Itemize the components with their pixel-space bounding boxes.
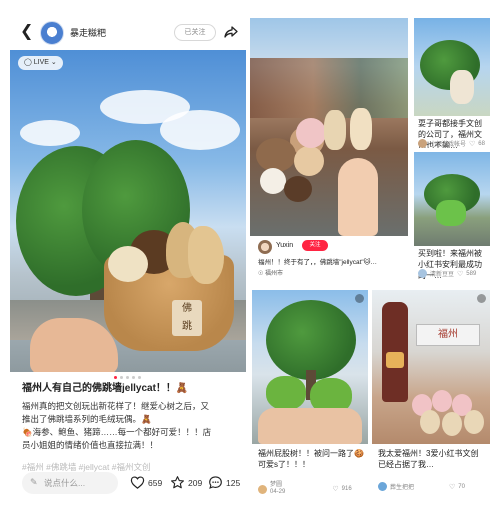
feed-card-2-avatar — [418, 269, 427, 278]
post-body: 福州真的把文创玩出新花样了！继爱心树之后，又 推出了佛跳墙系列的毛绒玩偶。🧸 🍖… — [22, 400, 240, 452]
post-photo[interactable]: 佛跳 ◯ LIVE ⌄ — [10, 50, 246, 372]
comment-button[interactable]: 125 — [208, 475, 240, 490]
feed-card-1-avatar — [418, 139, 427, 148]
screenshot-root: ❮ 暴走糍粑 已关注 佛跳 ◯ LIVE ⌄ 福州人有自己的佛跳墙jellyca… — [0, 0, 500, 518]
comment-count: 125 — [226, 477, 241, 488]
live-label: LIVE — [33, 59, 49, 66]
post-detail-panel: ❮ 暴走糍粑 已关注 佛跳 ◯ LIVE ⌄ 福州人有自己的佛跳墙jellyca… — [10, 16, 246, 506]
feed-card-4-heart-icon: ♡ — [449, 483, 456, 491]
feed-card-2-meta: 清新豆豆 ♡ 589 — [418, 269, 476, 278]
post-action-bar: 说点什么... ✎ 659 209 125 — [10, 472, 246, 502]
feed-card-2-likes: 589 — [466, 270, 477, 277]
feed-card-3-avatar — [258, 484, 267, 494]
video-badge-icon — [355, 294, 364, 303]
post-body-line: 福州真的把文创玩出新花样了！继爱心树之后，又 — [22, 401, 210, 411]
pager-dot — [120, 376, 123, 379]
post-body-line: 员小姐姐的情绪价值也直接拉满！！ — [22, 440, 159, 450]
post-title: 福州人有自己的佛跳墙jellycat！！🧸 — [22, 383, 189, 394]
share-icon[interactable] — [223, 24, 239, 40]
feed-card-3[interactable]: 福州屁股树！！被问一路了🍪可爱s了！！！ 梦圆 04-29 ♡ 916 — [252, 290, 368, 504]
post-header: ❮ 暴走糍粑 已关注 — [10, 16, 246, 50]
feed-card-3-heart-icon: ♡ — [332, 486, 339, 493]
feed-card-1-author: 小仔游戏帐号 — [430, 142, 467, 148]
feed-card-4[interactable]: 福州 我太爱福州！3爱小红书文创已经占据了我… 葬生把把 ♡ 70 — [372, 290, 490, 504]
feed-card-yuxin-photo[interactable] — [250, 18, 408, 236]
fuzhou-sign: 福州 — [416, 324, 480, 346]
author-avatar[interactable] — [40, 21, 64, 45]
comment-bubble-icon — [209, 476, 222, 489]
feed-card-3-date: 04-29 — [270, 489, 286, 495]
feed-card-1-heart-icon: ♡ — [469, 140, 476, 148]
pen-icon: ✎ — [30, 477, 38, 487]
star-icon — [171, 476, 184, 489]
feed-card-3-likes: 916 — [341, 486, 352, 492]
back-arrow-icon[interactable]: ❮ — [20, 24, 34, 40]
yuxin-location-text: 福州市 — [265, 271, 284, 277]
collect-button[interactable]: 209 — [170, 475, 202, 490]
post-body-line: 推出了佛跳墙系列的毛绒玩偶。🧸 — [22, 414, 152, 424]
pager-dot — [114, 376, 117, 379]
heart-icon — [130, 476, 145, 489]
yuxin-location: ☉ 福州市 — [258, 271, 284, 277]
image-pager — [114, 376, 141, 379]
feed-card-3-author: 梦圆 — [270, 482, 283, 488]
feed-card-4-likes: 70 — [458, 483, 465, 490]
feed-card-3-meta: 梦圆 04-29 ♡ 916 — [258, 482, 352, 496]
pager-dot — [138, 376, 141, 379]
yuxin-follow-button[interactable]: 关注 — [302, 240, 328, 251]
feed-card-2-heart-icon: ♡ — [457, 270, 464, 278]
collect-count: 209 — [188, 477, 203, 488]
pager-dot — [132, 376, 135, 379]
feed-card-1-meta: 小仔游戏帐号 ♡ 68 — [418, 139, 485, 148]
post-tags-faded: #福州 #佛跳墙 #jellycat #福州文创 — [22, 462, 151, 472]
live-badge[interactable]: ◯ LIVE ⌄ — [18, 56, 63, 70]
feed-card-1[interactable]: 耍子哥都接手文创的公司了，福州文创也不输… 小仔游戏帐号 ♡ 68 — [414, 18, 490, 148]
feed-card-4-meta: 葬生把把 ♡ 70 — [378, 482, 465, 491]
yuxin-card-footer[interactable]: Yuxin 关注 福州！！终于有了，，佛跳墙"jellycat"🐱… ☉ 福州市 — [250, 236, 408, 282]
like-button[interactable]: 659 — [130, 475, 162, 490]
pager-dot — [126, 376, 129, 379]
feed-card-4-title: 我太爱福州！3爱小红书文创已经占据了我… — [378, 449, 479, 469]
yuxin-name[interactable]: Yuxin — [276, 242, 293, 249]
feed-card-2-author: 清新豆豆 — [430, 272, 455, 278]
basket-tag: 佛跳 — [172, 300, 202, 336]
author-name[interactable]: 暴走糍粑 — [70, 26, 106, 39]
feed-card-2[interactable]: 买到啦！来福州被小红书安利最成功的一… 清新豆豆 ♡ 589 — [414, 152, 490, 280]
yuxin-avatar[interactable] — [258, 240, 272, 254]
like-count: 659 — [148, 477, 163, 488]
feed-card-1-likes: 68 — [478, 140, 485, 147]
post-body-line: 🍖海参、鲍鱼、猪蹄……每一个都好可爱！！！店 — [22, 427, 212, 437]
yuxin-caption: 福州！！终于有了，，佛跳墙"jellycat"🐱… — [258, 259, 378, 266]
feed-card-4-avatar — [378, 482, 387, 491]
feed-card-3-title: 福州屁股树！！被问一路了🍪可爱s了！！！ — [258, 449, 364, 469]
feed-card-4-author: 葬生把把 — [390, 485, 415, 491]
video-badge-icon — [477, 294, 486, 303]
follow-button[interactable]: 已关注 — [174, 24, 216, 41]
